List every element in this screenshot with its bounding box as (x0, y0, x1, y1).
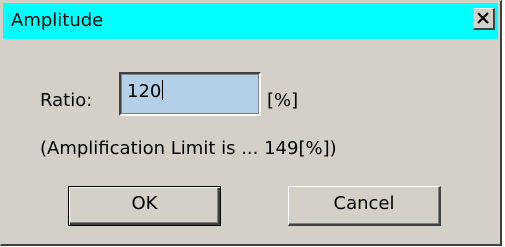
ratio-input[interactable]: 120 (119, 72, 261, 116)
close-icon (474, 9, 493, 28)
ratio-input-value: 120 (127, 80, 164, 102)
close-button[interactable] (473, 8, 495, 30)
amplitude-dialog: Amplitude Ratio: 120 [%] (Amplification … (0, 0, 502, 246)
ratio-unit-label: [%] (267, 90, 299, 111)
ratio-label: Ratio: (40, 90, 93, 111)
text-caret (162, 80, 164, 100)
cancel-button[interactable]: Cancel (288, 186, 441, 226)
ok-button[interactable]: OK (68, 186, 221, 226)
amplification-limit-note: (Amplification Limit is ... 149[%]) (40, 138, 337, 159)
dialog-title: Amplitude (11, 10, 104, 31)
title-bar[interactable]: Amplitude (3, 3, 498, 39)
